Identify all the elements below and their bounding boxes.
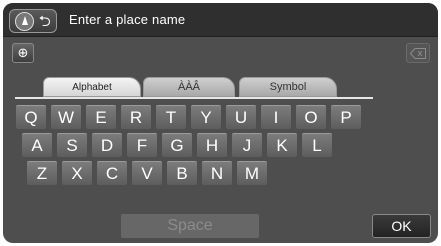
- key-f[interactable]: F: [127, 133, 157, 157]
- key-m[interactable]: M: [237, 161, 267, 185]
- key-a[interactable]: A: [22, 133, 52, 157]
- key-y[interactable]: Y: [191, 105, 221, 129]
- key-b[interactable]: B: [167, 161, 197, 185]
- key-e[interactable]: E: [86, 105, 116, 129]
- key-w[interactable]: W: [51, 105, 81, 129]
- key-l[interactable]: L: [302, 133, 332, 157]
- compass-icon: [15, 11, 35, 31]
- input-prompt: Enter a place name: [69, 12, 186, 27]
- delete-button[interactable]: [406, 43, 430, 63]
- key-p[interactable]: P: [331, 105, 361, 129]
- space-button[interactable]: Space: [121, 214, 259, 238]
- key-d[interactable]: D: [92, 133, 122, 157]
- key-u[interactable]: U: [226, 105, 256, 129]
- tab-symbol[interactable]: Symbol: [239, 77, 337, 97]
- key-c[interactable]: C: [97, 161, 127, 185]
- key-o[interactable]: O: [296, 105, 326, 129]
- key-z[interactable]: Z: [27, 161, 57, 185]
- key-s[interactable]: S: [57, 133, 87, 157]
- language-button[interactable]: ⊕: [12, 43, 34, 63]
- key-k[interactable]: K: [267, 133, 297, 157]
- key-r[interactable]: R: [121, 105, 151, 129]
- delete-icon: [410, 47, 426, 59]
- tab-label: Symbol: [269, 81, 307, 93]
- tab-accented[interactable]: ÀÀÂ: [143, 77, 235, 97]
- key-g[interactable]: G: [162, 133, 192, 157]
- key-j[interactable]: J: [232, 133, 262, 157]
- back-button[interactable]: ⮌: [9, 9, 57, 33]
- key-i[interactable]: I: [261, 105, 291, 129]
- globe-icon: ⊕: [17, 45, 29, 61]
- ok-button[interactable]: OK: [372, 214, 431, 238]
- title-bar: ⮌ Enter a place name: [3, 3, 438, 37]
- key-v[interactable]: V: [132, 161, 162, 185]
- key-n[interactable]: N: [202, 161, 232, 185]
- key-t[interactable]: T: [156, 105, 186, 129]
- key-h[interactable]: H: [197, 133, 227, 157]
- keyboard-screen: ⮌ Enter a place name ⊕ Alphabet ÀÀÂ Symb…: [3, 3, 438, 243]
- tab-underline: [15, 97, 373, 99]
- key-q[interactable]: Q: [16, 105, 46, 129]
- tab-label: ÀÀÂ: [177, 81, 200, 93]
- return-arrow-icon: ⮌: [38, 11, 51, 30]
- tab-alphabet[interactable]: Alphabet: [43, 77, 141, 97]
- key-x[interactable]: X: [62, 161, 92, 185]
- keyboard-tabs: Alphabet ÀÀÂ Symbol: [29, 77, 371, 97]
- tab-label: Alphabet: [72, 81, 112, 93]
